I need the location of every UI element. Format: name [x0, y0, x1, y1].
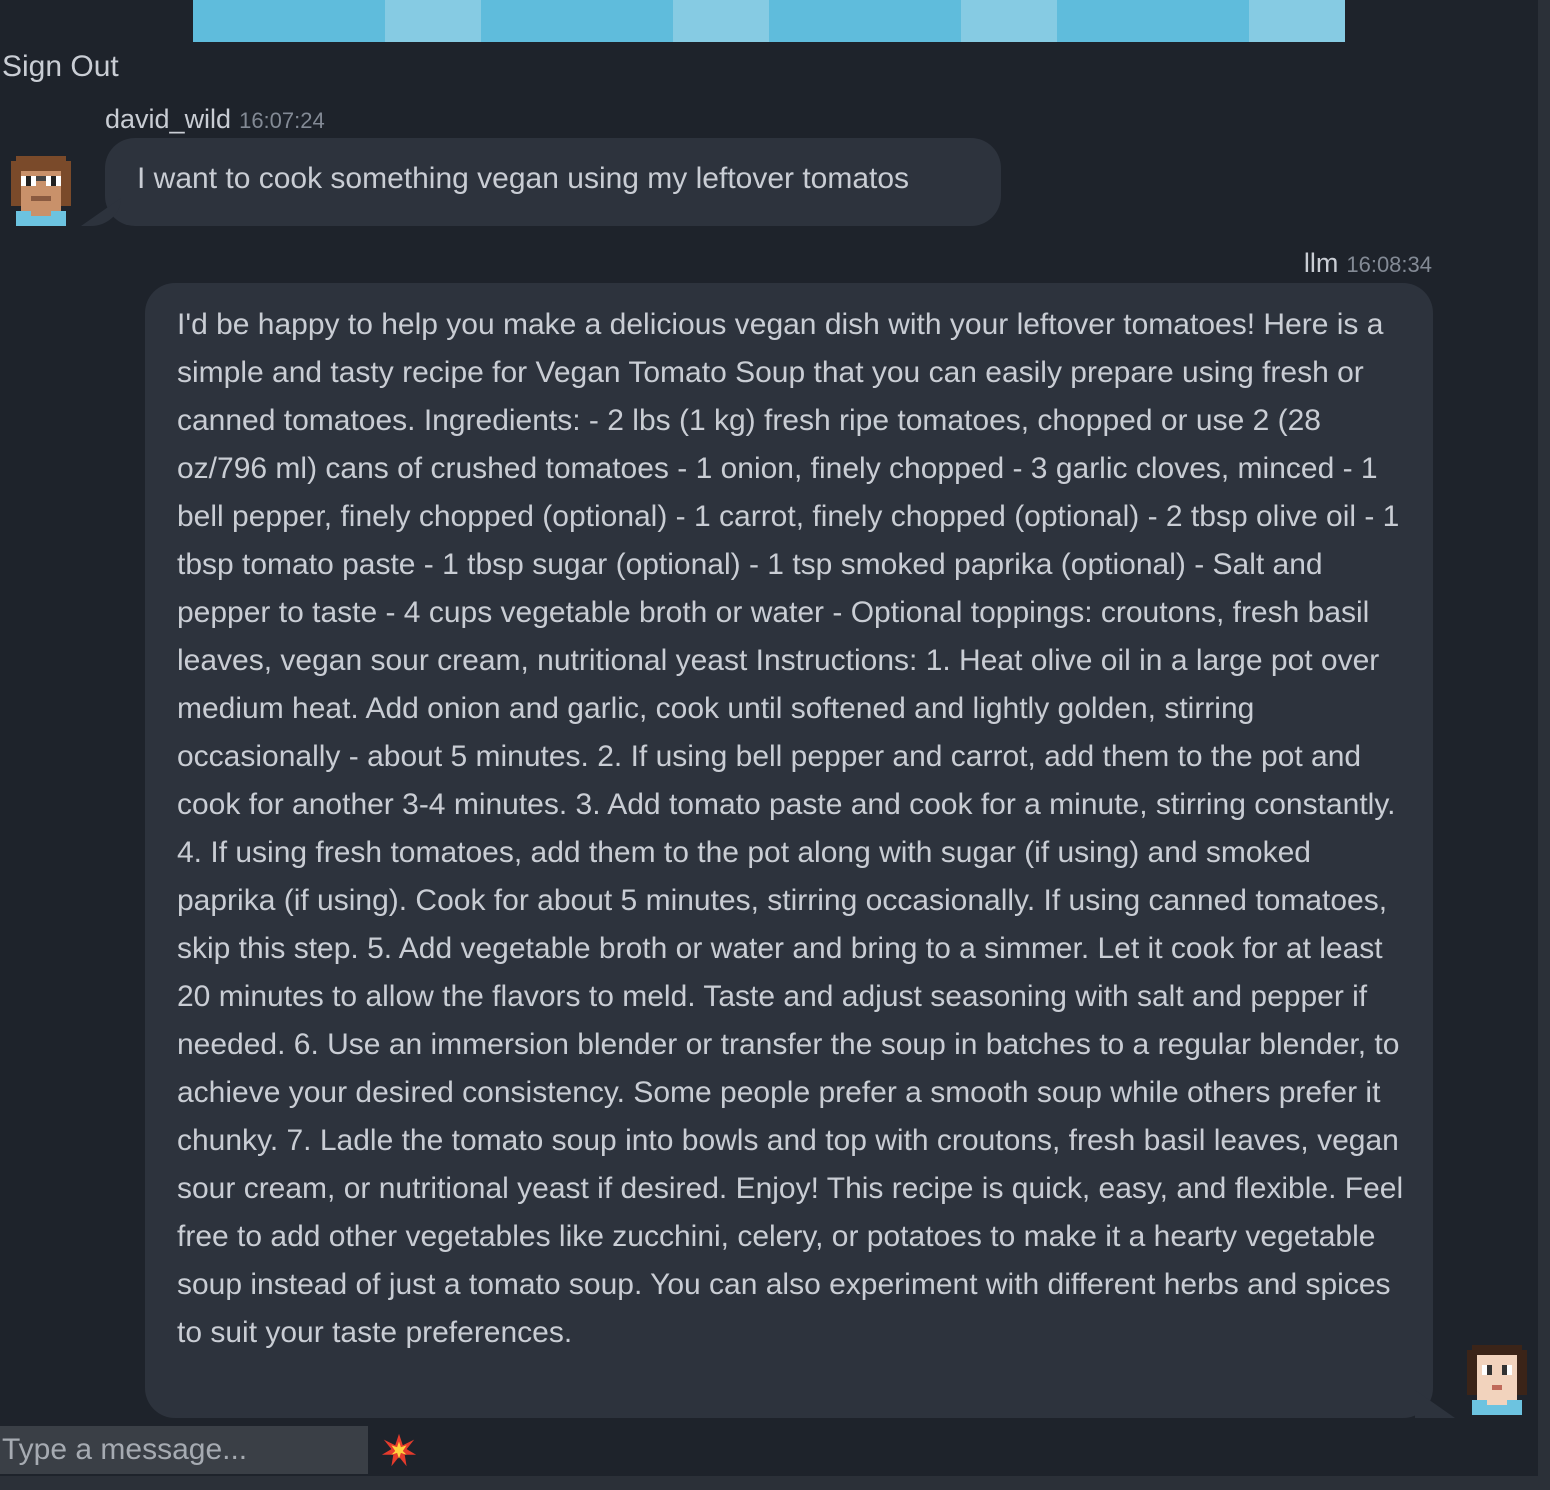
message-header: david_wild 16:07:24	[105, 104, 325, 135]
header-color-strip	[193, 0, 1345, 42]
header-strip-segment	[673, 0, 769, 42]
header-strip-segment	[769, 0, 961, 42]
message-timestamp: 16:08:34	[1346, 252, 1432, 277]
collision-emoji-icon[interactable]	[380, 1432, 418, 1470]
header-strip-segment	[481, 0, 673, 42]
window-right-border	[1538, 0, 1550, 1490]
sign-out-link[interactable]: Sign Out	[2, 50, 119, 84]
message-author: llm	[1303, 248, 1339, 278]
message-header: llm 16:08:34	[1304, 248, 1432, 279]
message-input[interactable]	[0, 1426, 368, 1474]
message-text: I'd be happy to help you make a deliciou…	[177, 308, 1404, 1349]
chat-app: Sign Out david_wild 16:07:24 I want to co…	[0, 0, 1550, 1490]
user-pixel-avatar-icon	[11, 156, 71, 226]
header-strip-segment	[385, 0, 481, 42]
user-message-bubble: I want to cook something vegan using my …	[105, 138, 1001, 226]
header-strip-segment	[193, 0, 385, 42]
header-strip-segment	[961, 0, 1057, 42]
llm-message-bubble: I'd be happy to help you make a deliciou…	[145, 283, 1433, 1418]
message-author: david_wild	[105, 104, 232, 134]
message-text: I want to cook something vegan using my …	[137, 162, 910, 195]
header-strip-segment	[1057, 0, 1249, 42]
header-strip-segment	[1249, 0, 1345, 42]
window-bottom-border	[0, 1476, 1550, 1490]
message-timestamp: 16:07:24	[239, 108, 325, 133]
llm-pixel-avatar-icon	[1467, 1345, 1527, 1415]
